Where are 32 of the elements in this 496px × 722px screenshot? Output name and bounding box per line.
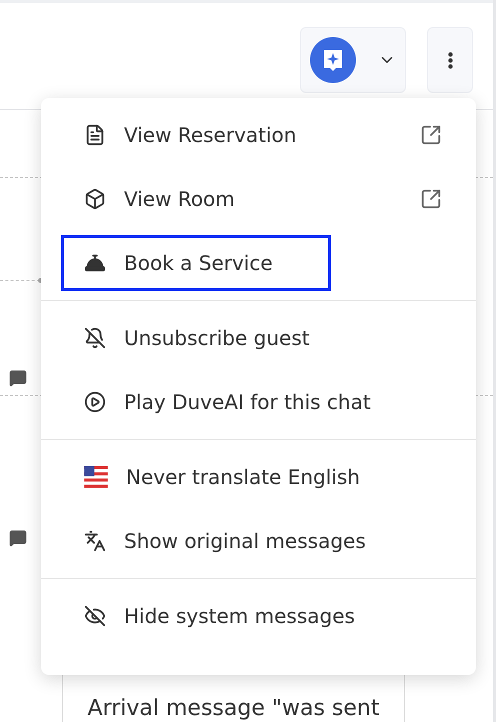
menu-item[interactable]: Book a Service [61,235,331,291]
message-text: Arrival message "was sent [88,698,380,720]
chat-icon [9,369,27,387]
menu-item[interactable]: Unsubscribe guest [61,310,333,366]
ai-assistant-button[interactable] [300,27,406,93]
menu-item[interactable]: View Reservation [61,107,320,163]
play-icon [84,391,106,413]
more-icon [448,52,452,68]
menu-label: Hide system messages [124,604,355,628]
menu-label: Play DuveAI for this chat [124,390,371,414]
menu-item[interactable]: Hide system messages [61,588,378,644]
chat-icon [9,529,27,547]
bell-off-icon [84,327,106,349]
menu-label: Never translate English [126,465,360,489]
external-link-icon [420,124,442,146]
menu-item[interactable]: Never translate English [61,449,383,505]
cube-icon [84,188,106,210]
translate-icon [84,530,106,552]
service-bell-icon [84,252,106,274]
menu-label: Book a Service [124,251,273,275]
menu-label: Show original messages [124,529,366,553]
ai-chat-icon [310,37,356,83]
menu-item[interactable]: Play DuveAI for this chat [61,374,394,430]
menu-item[interactable]: Show original messages [61,513,389,569]
menu-label: View Reservation [124,123,296,147]
menu-label: View Room [124,187,235,211]
flag-icon [84,466,108,488]
menu-label: Unsubscribe guest [124,326,310,350]
document-icon [84,124,106,146]
external-link-icon [420,188,442,210]
menu-item[interactable]: View Room [61,171,258,227]
eye-off-icon [84,605,106,627]
